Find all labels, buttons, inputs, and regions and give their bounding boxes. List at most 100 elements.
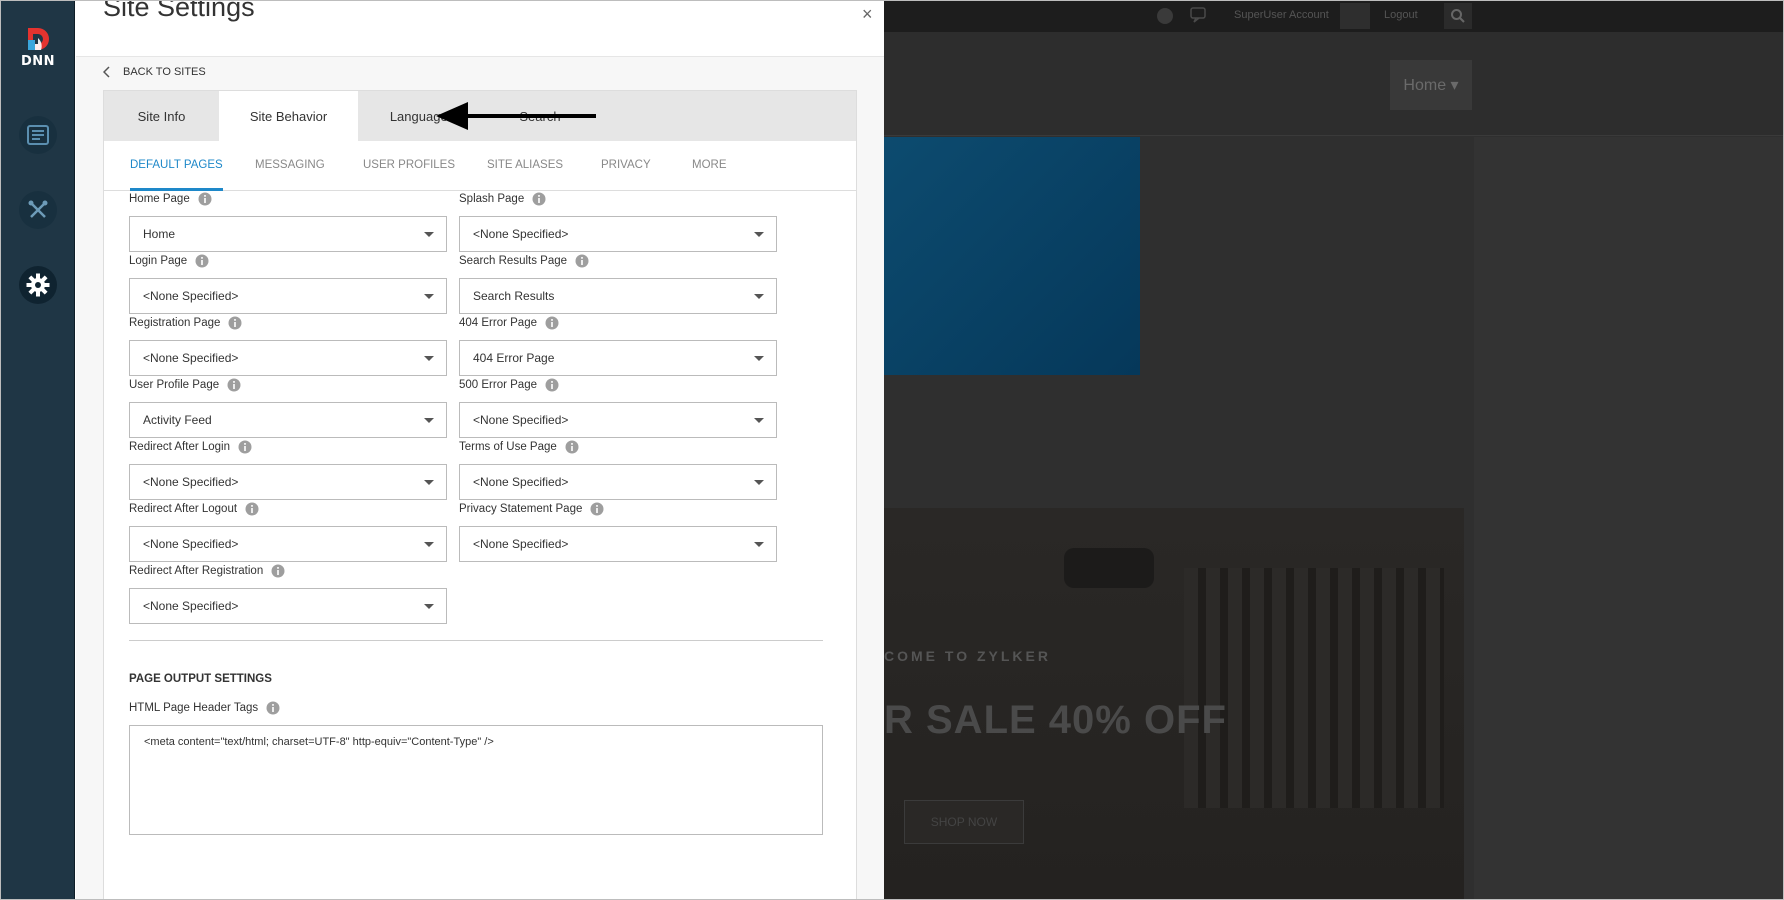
chevron-down-icon [424,542,434,547]
html-page-header-tags-field: HTML Page Header Tags <meta content="tex… [129,701,823,835]
redirect-after-login-label: Redirect After Login [129,441,231,453]
messages-icon[interactable] [1190,7,1210,25]
gear-icon [26,273,50,297]
back-to-sites-link[interactable]: BACK TO SITES [103,66,206,78]
html-page-header-tags-label: HTML Page Header Tags [129,702,259,714]
redirect-after-registration-field: Redirect After Registration <None Specif… [129,564,447,624]
chevron-down-icon [424,232,434,237]
page-output-settings-title: PAGE OUTPUT SETTINGS [129,673,272,685]
hero-image: COME TO ZYLKER R SALE 40% OFF SHOP NOW [884,508,1464,900]
terms-of-use-page-select[interactable]: <None Specified> [459,464,777,500]
account-link[interactable]: SuperUser Account [1234,9,1329,21]
redirect-after-registration-label: Redirect After Registration [129,565,264,577]
site-search-button[interactable] [1444,3,1472,29]
info-icon[interactable] [545,378,559,392]
chevron-down-icon [424,294,434,299]
chevron-down-icon [424,356,434,361]
logo-text: DNN [20,54,56,69]
chevron-down-icon [754,232,764,237]
registration-page-value: <None Specified> [143,351,239,365]
subtab-user-profiles[interactable]: USER PROFILES [363,159,455,191]
tools-nav-button[interactable] [19,191,57,229]
info-icon[interactable] [545,316,559,330]
user-profile-page-value: Activity Feed [143,413,212,427]
info-icon[interactable] [238,440,252,454]
avatar[interactable] [1340,3,1370,29]
login-page-value: <None Specified> [143,289,239,303]
tab-site-behavior[interactable]: Site Behavior [219,91,358,141]
error-404-page-select[interactable]: 404 Error Page [459,340,777,376]
redirect-after-registration-select[interactable]: <None Specified> [129,588,447,624]
site-topbar: SuperUser Account Logout [884,0,1784,32]
subtab-privacy[interactable]: PRIVACY [601,159,651,191]
subtab-more[interactable]: MORE [692,159,727,191]
info-icon[interactable] [198,192,212,206]
user-profile-page-label: User Profile Page [129,379,220,391]
registration-page-label: Registration Page [129,317,221,329]
chevron-down-icon [754,294,764,299]
site-header: Home ▾ [884,32,1784,136]
dnn-logo[interactable]: DNN [20,26,56,72]
login-page-select[interactable]: <None Specified> [129,278,447,314]
error-500-page-select[interactable]: <None Specified> [459,402,777,438]
privacy-statement-page-value: <None Specified> [473,537,569,551]
chevron-down-icon [754,480,764,485]
shop-now-button[interactable]: SHOP NOW [904,800,1024,844]
header-tags-label-row: HTML Page Header Tags [129,701,823,715]
home-page-field: Home Page Home [129,192,447,252]
redirect-after-logout-field: Redirect After Logout <None Specified> [129,502,447,562]
info-icon[interactable] [228,316,242,330]
back-label: BACK TO SITES [123,66,206,78]
redirect-after-login-value: <None Specified> [143,475,239,489]
redirect-after-logout-value: <None Specified> [143,537,239,551]
hero-welcome-text: COME TO ZYLKER [884,648,1051,664]
info-icon[interactable] [575,254,589,268]
chevron-down-icon [754,542,764,547]
info-icon[interactable] [266,701,280,715]
notification-icon[interactable] [1156,7,1174,25]
content-nav-button[interactable] [19,116,57,154]
sub-tabs: DEFAULT PAGES MESSAGING USER PROFILES SI… [104,141,856,191]
site-settings-panel: Site Settings × BACK TO SITES Site Info … [76,0,884,900]
logout-link[interactable]: Logout [1384,9,1418,21]
html-page-header-tags-textarea[interactable]: <meta content="text/html; charset=UTF-8"… [129,725,823,835]
background-site: SuperUser Account Logout Home ▾ COME TO … [884,0,1784,900]
close-icon[interactable]: × [862,4,878,24]
info-icon[interactable] [245,502,259,516]
hero-banner-block [884,137,1140,375]
hero-sale-text: R SALE 40% OFF [884,698,1227,742]
settings-nav-button[interactable] [19,266,57,304]
search-results-page-label: Search Results Page [459,255,568,267]
login-page-field: Login Page <None Specified> [129,254,447,314]
privacy-statement-page-field: Privacy Statement Page <None Specified> [459,502,777,562]
subtab-messaging[interactable]: MESSAGING [255,159,325,191]
info-icon[interactable] [195,254,209,268]
dnn-logo-mark [28,28,49,50]
redirect-after-logout-select[interactable]: <None Specified> [129,526,447,562]
section-divider [129,640,823,641]
registration-page-select[interactable]: <None Specified> [129,340,447,376]
bag [1064,548,1154,588]
home-page-select[interactable]: Home [129,216,447,252]
subtab-site-aliases[interactable]: SITE ALIASES [487,159,563,191]
subtab-default-pages[interactable]: DEFAULT PAGES [130,159,223,191]
info-icon[interactable] [271,564,285,578]
splash-page-select[interactable]: <None Specified> [459,216,777,252]
redirect-after-login-field: Redirect After Login <None Specified> [129,440,447,500]
info-icon[interactable] [227,378,241,392]
user-profile-page-select[interactable]: Activity Feed [129,402,447,438]
tools-icon [28,200,48,218]
page-title: Site Settings [103,0,255,22]
terms-of-use-page-label: Terms of Use Page [459,441,557,453]
search-results-page-select[interactable]: Search Results [459,278,777,314]
home-nav-button[interactable]: Home ▾ [1390,60,1472,110]
tab-site-info[interactable]: Site Info [104,91,219,141]
info-icon[interactable] [590,502,604,516]
chevron-down-icon [424,418,434,423]
redirect-after-login-select[interactable]: <None Specified> [129,464,447,500]
info-icon[interactable] [565,440,579,454]
info-icon[interactable] [532,192,546,206]
privacy-statement-page-select[interactable]: <None Specified> [459,526,777,562]
user-profile-page-field: User Profile Page Activity Feed [129,378,447,438]
splash-page-field: Splash Page <None Specified> [459,192,777,252]
